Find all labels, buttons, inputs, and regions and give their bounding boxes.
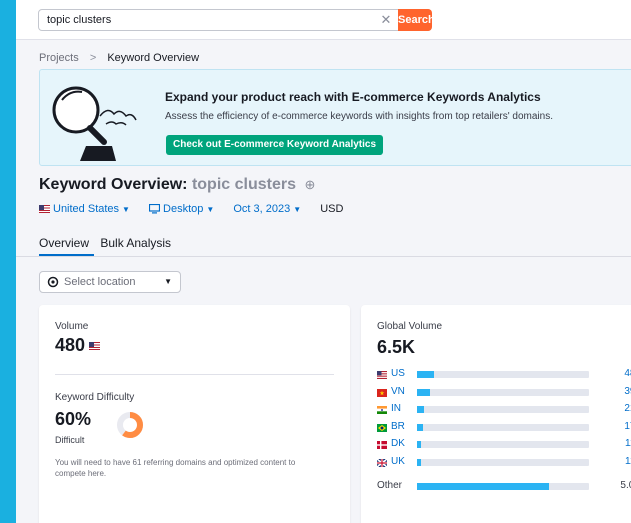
- chevron-down-icon: ▼: [122, 205, 130, 215]
- country-code: VN: [391, 385, 405, 397]
- country-volume: 110: [625, 438, 631, 449]
- device-filter[interactable]: Desktop ▼: [149, 203, 214, 215]
- country-volume: 110: [625, 455, 631, 467]
- global-volume-label: Global Volume: [377, 321, 443, 332]
- volume-bar-fill: [417, 423, 423, 431]
- country-filter-label: United States: [53, 203, 120, 216]
- search-input[interactable]: topic clusters: [38, 9, 429, 31]
- volume-value: 480: [55, 335, 103, 356]
- volume-bar: [417, 423, 589, 431]
- location-pin-icon: [47, 276, 59, 288]
- tabs-divider: [16, 256, 631, 257]
- global-volume-card: Global Volume 6.5K US 480 VN 390 IN 210 BR 170 D…: [361, 305, 631, 523]
- page-title-prefix: Keyword Overview:: [39, 176, 188, 193]
- breadcrumb-current: Keyword Overview: [107, 52, 200, 64]
- volume-bar: [417, 371, 589, 378]
- volume-bar: [417, 388, 589, 396]
- br-flag-icon: [377, 423, 387, 432]
- location-placeholder: Select location: [64, 276, 136, 288]
- tabs: Overview Bulk Analysis: [39, 236, 179, 256]
- volume-bar-fill: [417, 406, 425, 413]
- volume-bar: [417, 458, 589, 466]
- volume-bar-fill: [417, 483, 550, 490]
- chevron-down-icon: ▼: [293, 205, 302, 215]
- country-row-br[interactable]: BR 170: [377, 420, 631, 434]
- clear-icon[interactable]: ✕: [379, 10, 393, 30]
- page-title-keyword: topic clusters: [191, 176, 296, 193]
- app-frame: topic clusters ✕ Search Projects > Keywo…: [16, 0, 631, 523]
- desktop-icon: [149, 204, 161, 214]
- add-circle-icon[interactable]: ⊕: [304, 177, 315, 193]
- country-code: DK: [391, 438, 405, 449]
- difficulty-rating: Difficult: [55, 435, 85, 445]
- difficulty-label: Keyword Difficulty: [55, 392, 135, 403]
- country-code: IN: [391, 403, 401, 414]
- banner-text: Assess the efficiency of e-commerce keyw…: [165, 111, 553, 122]
- chevron-down-icon: ▼: [206, 205, 215, 215]
- country-code: UK: [391, 455, 405, 467]
- country-volume: 5.0K: [620, 480, 631, 491]
- ecommerce-analytics-button[interactable]: Check out E-commerce Keyword Analytics: [166, 135, 384, 155]
- date-filter-label: Oct 3, 2023: [233, 203, 291, 216]
- volume-label: Volume: [55, 321, 89, 332]
- country-volume: 390: [624, 385, 631, 397]
- chevron-down-icon: ▼: [164, 277, 172, 286]
- filters-row: United States ▼ Desktop ▼ Oct 3, 2023 ▼ USD: [39, 203, 343, 217]
- promo-banner: Expand your product reach with E-commerc…: [39, 69, 631, 166]
- us-flag-icon: [377, 370, 387, 379]
- in-flag-icon: [377, 405, 387, 414]
- tab-bulk-analysis[interactable]: Bulk Analysis: [100, 236, 171, 250]
- volume-difficulty-card: Volume 480 Keyword Difficulty 60% Diffic…: [39, 305, 350, 523]
- location-select[interactable]: Select location ▼: [39, 271, 181, 293]
- device-filter-label: Desktop: [163, 203, 204, 216]
- search-button[interactable]: Search: [398, 9, 435, 31]
- volume-bar-fill: [417, 441, 421, 448]
- difficulty-description: You will need to have 61 referring domai…: [55, 458, 296, 478]
- country-volume: 480: [624, 368, 631, 379]
- country-code: US: [391, 368, 405, 379]
- country-code: BR: [391, 420, 405, 432]
- volume-bar: [417, 406, 589, 413]
- breadcrumb-separator: >: [89, 52, 97, 64]
- difficulty-value: 60%: [55, 409, 92, 429]
- global-volume-value: 6.5K: [377, 337, 416, 357]
- dk-flag-icon: [377, 440, 387, 449]
- country-row-dk[interactable]: DK 110: [377, 437, 631, 451]
- tab-overview[interactable]: Overview: [39, 236, 89, 256]
- uk-flag-icon: [376, 457, 388, 468]
- card-divider: [55, 374, 334, 375]
- breadcrumb-projects[interactable]: Projects: [39, 52, 79, 64]
- country-row-in[interactable]: IN 210: [377, 402, 631, 416]
- currency-label: USD: [320, 203, 344, 216]
- difficulty-donut-icon: [117, 412, 143, 438]
- magnifier-illustration-icon: [52, 86, 137, 161]
- country-code: Other: [377, 480, 403, 491]
- country-volume: 170: [624, 420, 631, 432]
- volume-bar: [417, 441, 589, 448]
- country-row-uk[interactable]: UK 110: [376, 455, 631, 469]
- active-tab-indicator: [39, 254, 94, 256]
- volume-bar-fill: [417, 371, 434, 378]
- page-title: Keyword Overview: topic clusters ⊕: [39, 176, 315, 194]
- volume-number: 480: [55, 335, 86, 355]
- country-row-other: Other 5.0K: [377, 479, 631, 493]
- volume-bar-fill: [417, 388, 431, 396]
- country-row-us[interactable]: US 480: [377, 367, 631, 381]
- country-row-vn[interactable]: VN 390: [377, 385, 631, 399]
- breadcrumb: Projects > Keyword Overview: [39, 52, 199, 64]
- volume-bar-fill: [417, 458, 421, 466]
- date-filter[interactable]: Oct 3, 2023 ▼: [233, 203, 301, 215]
- us-flag-icon: [39, 205, 50, 214]
- search-bar: topic clusters ✕ Search: [16, 0, 631, 40]
- volume-bar: [417, 483, 589, 490]
- banner-title: Expand your product reach with E-commerc…: [165, 90, 541, 104]
- us-flag-icon: [89, 342, 101, 351]
- vn-flag-icon: [377, 388, 387, 397]
- country-filter[interactable]: United States ▼: [39, 203, 130, 215]
- country-volume: 210: [624, 403, 631, 414]
